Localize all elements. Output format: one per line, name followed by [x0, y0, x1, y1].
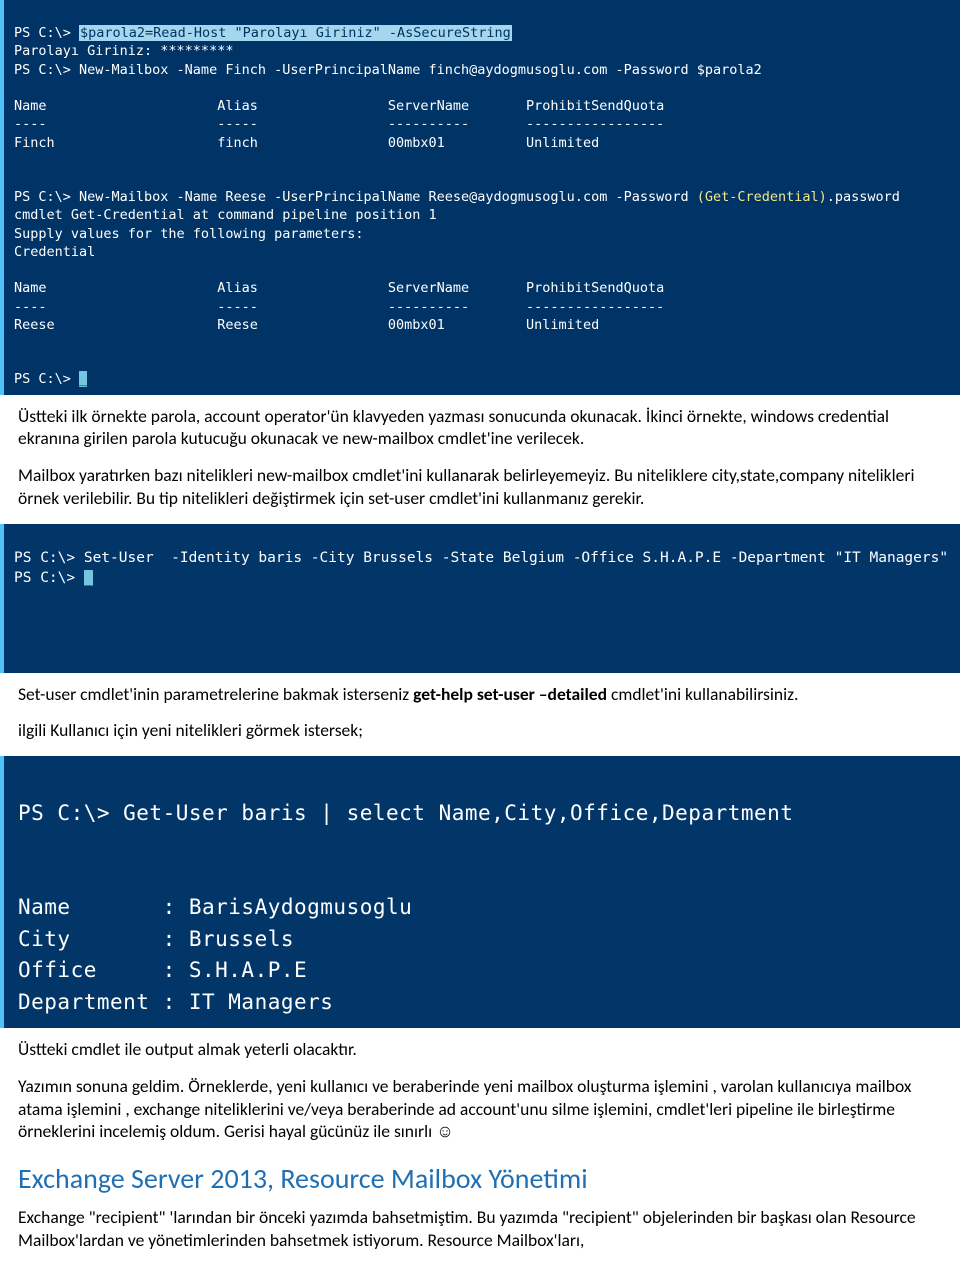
term1-header2-underline: ---- ----- ---------- -----------------	[14, 299, 664, 315]
term1-line3: PS C:\> New-Mailbox -Name Finch -UserPri…	[14, 62, 762, 78]
term1-blank1	[14, 80, 22, 96]
term1-line1-cmd: $parola2=Read-Host "Parolayı Giriniz" -A…	[79, 25, 512, 41]
term2-blank3	[14, 628, 23, 644]
term1-cursor: _	[79, 371, 87, 387]
term1-header1-underline: ---- ----- ---------- -----------------	[14, 116, 664, 132]
p3-bold: get-help set-user –detailed	[413, 683, 607, 705]
paragraph-6: Yazımın sonuna geldim. Örneklerde, yeni …	[18, 1075, 946, 1143]
term2-line1: PS C:\> Set-User -Identity baris -City B…	[14, 550, 948, 566]
paragraph-1: Üstteki ilk örnekte parola, account oper…	[18, 405, 946, 451]
terminal-block-1: PS C:\> $parola2=Read-Host "Parolayı Gir…	[0, 0, 960, 395]
term1-line2: Parolayı Giriniz: *********	[14, 43, 233, 59]
term1-line4c: .password	[827, 189, 900, 205]
term2-blank1	[14, 589, 23, 605]
paragraph-7: Exchange "recipient" 'larından bir öncek…	[18, 1206, 946, 1252]
term1-blank3	[14, 171, 22, 187]
paragraph-4: ilgili Kullanıcı için yeni nitelikleri g…	[18, 719, 946, 742]
section-heading: Exchange Server 2013, Resource Mailbox Y…	[18, 1161, 946, 1196]
term1-header2: Name Alias ServerName ProhibitSendQuota	[14, 280, 664, 296]
term1-line1-prompt: PS C:\>	[14, 25, 79, 41]
term3-r4: Department : IT Managers	[18, 990, 333, 1014]
paragraph-3: Set-user cmdlet'inin parametrelerine bak…	[18, 683, 946, 706]
term1-line7: Credential	[14, 244, 95, 260]
terminal-block-3: PS C:\> Get-User baris | select Name,Cit…	[0, 756, 960, 1028]
term1-line6: Supply values for the following paramete…	[14, 226, 364, 242]
terminal-block-2: PS C:\> Set-User -Identity baris -City B…	[0, 524, 960, 673]
term3-blank2	[18, 864, 31, 888]
term1-blank2	[14, 153, 22, 169]
paragraph-5: Üstteki cmdlet ile output almak yeterli …	[18, 1038, 946, 1061]
paragraph-2: Mailbox yaratırken bazı nitelikleri new-…	[18, 464, 946, 510]
term1-row2: Reese Reese 00mbx01 Unlimited	[14, 317, 599, 333]
p3-c: cmdlet'ini kullanabilirsiniz.	[607, 683, 798, 705]
term3-r1: Name : BarisAydogmusoglu	[18, 895, 412, 919]
term3-r3: Office : S.H.A.P.E	[18, 958, 307, 982]
term1-row1: Finch finch 00mbx01 Unlimited	[14, 135, 599, 151]
term1-line4b: (Get-Credential)	[697, 189, 827, 205]
term3-line1: PS C:\> Get-User baris | select Name,Cit…	[18, 801, 793, 825]
term2-cursor: _	[84, 570, 93, 586]
p3-a: Set-user cmdlet'inin parametrelerine bak…	[18, 683, 413, 705]
term1-prompt-end: PS C:\>	[14, 371, 79, 387]
term1-blank4	[14, 262, 22, 278]
term1-line5: cmdlet Get-Credential at command pipelin…	[14, 207, 437, 223]
term2-prompt: PS C:\>	[14, 570, 84, 586]
term3-blank1	[18, 832, 31, 856]
term1-header1: Name Alias ServerName ProhibitSendQuota	[14, 98, 664, 114]
term3-r2: City : Brussels	[18, 927, 294, 951]
term2-blank2	[14, 609, 23, 625]
term1-blank5	[14, 335, 22, 351]
term1-blank6	[14, 353, 22, 369]
term2-blank4	[14, 648, 23, 664]
term1-line4a: PS C:\> New-Mailbox -Name Reese -UserPri…	[14, 189, 697, 205]
